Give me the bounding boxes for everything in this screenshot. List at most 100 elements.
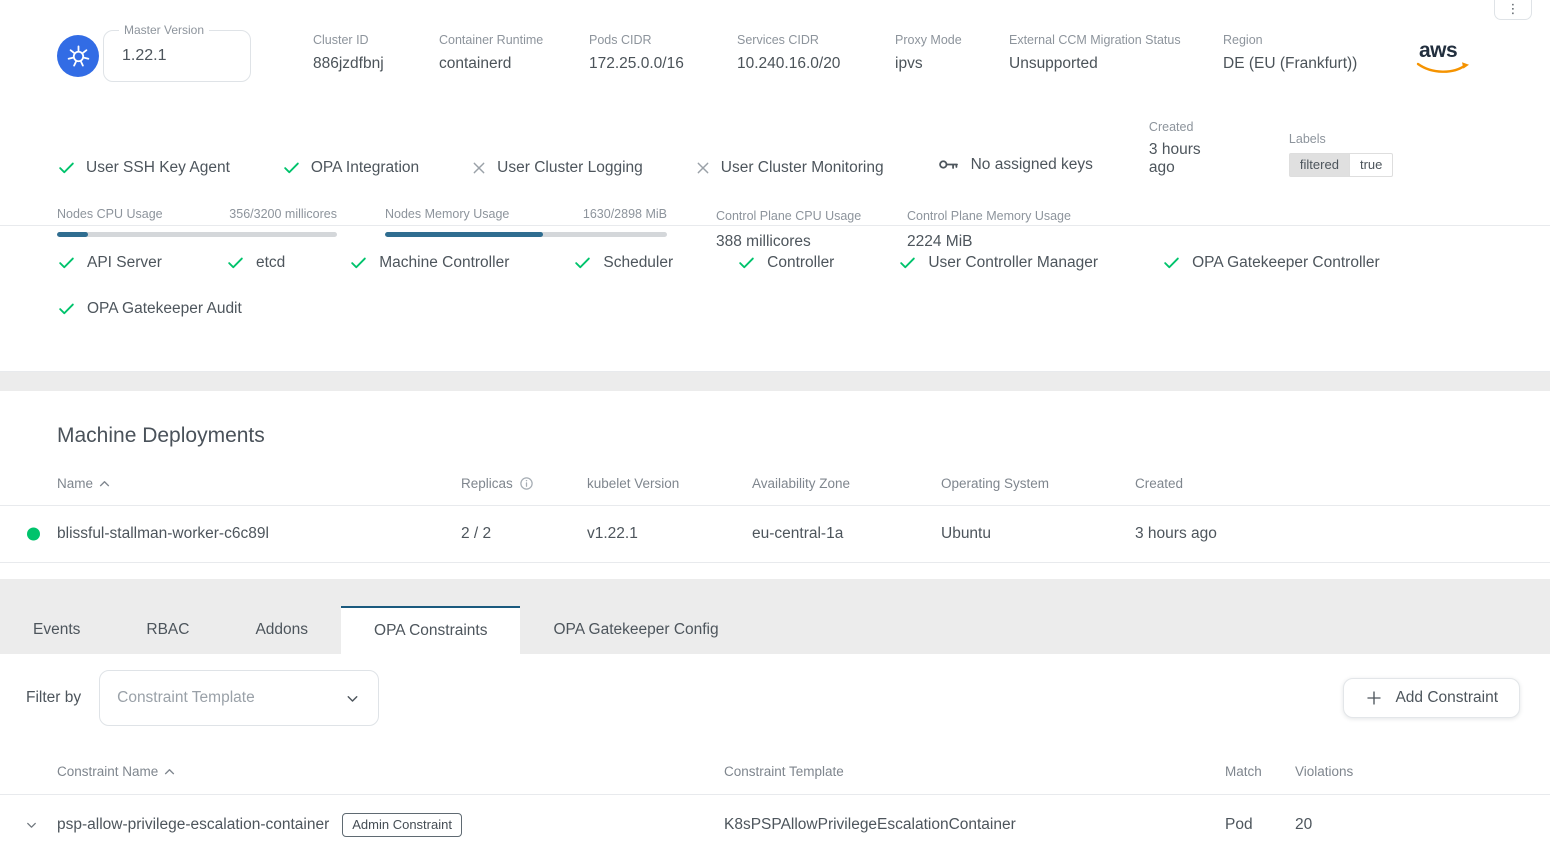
md-name: blissful-stallman-worker-c6c89l [57, 525, 461, 543]
usage-value: 2224 MiB [907, 233, 1071, 251]
health-label: User Controller Manager [928, 254, 1098, 272]
key-icon [936, 152, 961, 177]
aws-smile-icon [1415, 61, 1471, 75]
field-value: 886jzdfbnj [313, 55, 439, 73]
x-icon [471, 160, 487, 176]
check-icon [573, 253, 592, 272]
created-value: 3 hours ago [1149, 141, 1229, 177]
label-chip-key: filtered [1289, 153, 1350, 177]
tab-opa-gatekeeper-config[interactable]: OPA Gatekeeper Config [520, 606, 751, 654]
cluster-info-row: Master Version 1.22.1 Cluster ID 886jzdf… [57, 30, 1514, 82]
constraint-match: Pod [1225, 816, 1295, 834]
feature-label: OPA Integration [311, 159, 419, 177]
check-icon [226, 253, 245, 272]
md-replicas: 2 / 2 [461, 525, 587, 543]
cluster-actions-button[interactable]: ⋮ [1494, 0, 1532, 20]
tab-addons[interactable]: Addons [222, 606, 341, 654]
column-constraint-name[interactable]: Constraint Name [57, 764, 724, 779]
field-services-cidr: Services CIDR 10.240.16.0/20 [737, 30, 895, 82]
column-label: Constraint Template [724, 764, 844, 779]
master-version-value: 1.22.1 [122, 47, 166, 65]
column-label: Availability Zone [752, 476, 850, 491]
add-constraint-button[interactable]: Add Constraint [1343, 678, 1520, 718]
usage-value: 356/3200 millicores [229, 207, 337, 221]
feature-label: User Cluster Monitoring [721, 159, 884, 177]
status-healthy-dot [27, 528, 40, 541]
field-proxy-mode: Proxy Mode ipvs [895, 30, 1009, 82]
labels-group: Labels filtered true [1289, 130, 1393, 177]
constraint-template-select[interactable]: Constraint Template [99, 670, 379, 726]
opa-constraints-panel: Filter by Constraint Template Add Constr… [0, 654, 1550, 855]
field-cluster-id: Cluster ID 886jzdfbnj [313, 30, 439, 82]
section-divider [0, 372, 1550, 391]
column-label: Replicas [461, 476, 513, 491]
feature-ssh-key-agent: User SSH Key Agent [57, 158, 230, 177]
health-label: OPA Gatekeeper Controller [1192, 254, 1380, 272]
check-icon [57, 253, 76, 272]
health-item-opa-gatekeeper-controller: OPA Gatekeeper Controller [1162, 253, 1380, 272]
machine-deployments-header: Name Replicas kubelet Version Availabili… [0, 448, 1550, 506]
feature-user-cluster-monitoring: User Cluster Monitoring [695, 159, 884, 177]
master-version-label: Master Version [119, 23, 209, 37]
column-operating-system: Operating System [941, 476, 1135, 491]
field-region: Region DE (EU (Frankfurt)) [1223, 30, 1413, 82]
control-plane-cpu-usage: Control Plane CPU Usage 388 millicores [716, 207, 907, 251]
health-item-machine-controller: Machine Controller [349, 253, 509, 272]
field-value: containerd [439, 55, 589, 73]
tab-events[interactable]: Events [0, 606, 113, 654]
created-label: Created [1149, 120, 1193, 134]
field-label: Services CIDR [737, 33, 895, 47]
created-group: Created 3 hours ago [1149, 118, 1229, 177]
constraint-name: psp-allow-privilege-escalation-container [57, 816, 329, 834]
chevron-down-icon [344, 690, 361, 707]
usage-value: 1630/2898 MiB [583, 207, 667, 221]
select-placeholder: Constraint Template [117, 689, 255, 707]
info-icon[interactable] [519, 476, 534, 491]
constraint-row[interactable]: psp-allow-privilege-escalation-container… [0, 795, 1550, 855]
label-chip: filtered true [1289, 153, 1393, 177]
tab-opa-constraints[interactable]: OPA Constraints [341, 606, 520, 654]
usage-label: Control Plane CPU Usage [716, 209, 861, 223]
sort-asc-icon [164, 768, 175, 775]
health-item-etcd: etcd [226, 253, 285, 272]
aws-logo: aws [1415, 30, 1471, 82]
check-icon [1162, 253, 1181, 272]
field-value: ipvs [895, 55, 1009, 73]
field-pods-cidr: Pods CIDR 172.25.0.0/16 [589, 30, 737, 82]
admin-constraint-badge: Admin Constraint [342, 813, 462, 837]
md-operating-system: Ubuntu [941, 525, 1135, 543]
tab-bar: Events RBAC Addons OPA Constraints OPA G… [0, 579, 1550, 654]
usage-label: Nodes CPU Usage [57, 207, 163, 221]
add-constraint-label: Add Constraint [1395, 689, 1498, 707]
health-item-api-server: API Server [57, 253, 162, 272]
nodes-cpu-usage: Nodes CPU Usage 356/3200 millicores [57, 207, 337, 251]
health-label: API Server [87, 254, 162, 272]
usage-label: Nodes Memory Usage [385, 207, 509, 221]
constraint-template: K8sPSPAllowPrivilegeEscalationContainer [724, 816, 1225, 834]
health-label: Scheduler [603, 254, 673, 272]
column-label: kubelet Version [587, 476, 679, 491]
feature-label: User SSH Key Agent [86, 159, 230, 177]
column-name[interactable]: Name [57, 476, 461, 491]
tab-rbac[interactable]: RBAC [113, 606, 222, 654]
check-icon [282, 158, 301, 177]
field-value: 10.240.16.0/20 [737, 55, 895, 73]
usage-label: Control Plane Memory Usage [907, 209, 1071, 223]
field-ccm-migration-status: External CCM Migration Status Unsupporte… [1009, 30, 1223, 82]
field-value: Unsupported [1009, 55, 1223, 73]
master-version-selector[interactable]: Master Version 1.22.1 [103, 30, 251, 82]
field-label: External CCM Migration Status [1009, 33, 1223, 47]
column-label: Operating System [941, 476, 1049, 491]
aws-logo-text: aws [1419, 40, 1471, 61]
health-item-scheduler: Scheduler [573, 253, 673, 272]
plus-icon [1365, 689, 1383, 707]
column-violations: Violations [1295, 764, 1520, 779]
expand-chevron-icon[interactable] [24, 818, 39, 833]
cluster-summary-panel: Master Version 1.22.1 Cluster ID 886jzdf… [0, 0, 1550, 225]
ssh-keys-status[interactable]: No assigned keys [936, 152, 1093, 177]
machine-deployment-row[interactable]: blissful-stallman-worker-c6c89l 2 / 2 v1… [0, 506, 1550, 563]
field-label: Region [1223, 33, 1413, 47]
column-label: Name [57, 476, 93, 491]
md-kubelet-version: v1.22.1 [587, 525, 752, 543]
health-label: etcd [256, 254, 285, 272]
